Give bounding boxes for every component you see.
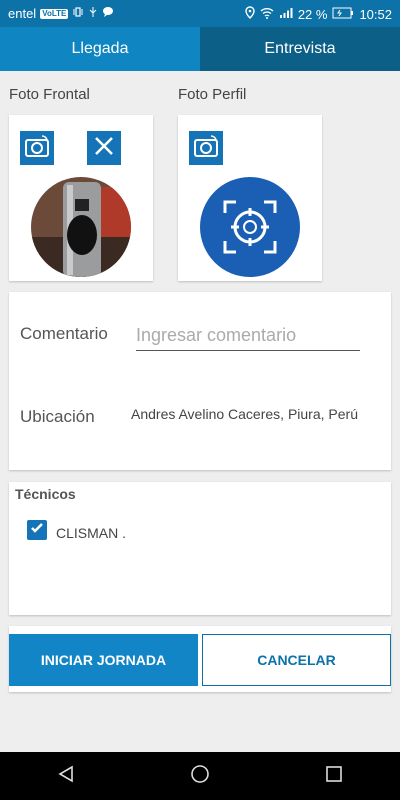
- start-shift-button[interactable]: INICIAR JORNADA: [9, 634, 198, 686]
- focus-target-icon: [200, 200, 300, 277]
- cancel-button[interactable]: CANCELAR: [202, 634, 391, 686]
- front-photo-card: [9, 115, 153, 281]
- profile-photo-label: Foto Perfil: [178, 86, 247, 103]
- comment-input[interactable]: Ingresar comentario: [136, 325, 296, 346]
- checkmark-icon: [29, 520, 45, 541]
- camera-button-front[interactable]: [20, 131, 54, 165]
- camera-button-profile[interactable]: [189, 131, 223, 165]
- delete-photo-button[interactable]: [87, 131, 121, 165]
- recents-icon[interactable]: [325, 765, 343, 788]
- location-label: Ubicación: [20, 407, 95, 426]
- camera-icon: [193, 134, 219, 163]
- wifi-icon: [260, 7, 274, 22]
- form-card: Comentario Ingresar comentario Ubicación…: [9, 292, 391, 470]
- vibrate-icon: [72, 6, 84, 21]
- status-bar: entel VoLTE 22 % 10:52: [0, 0, 400, 27]
- system-nav-bar: [0, 752, 400, 800]
- usb-icon: [88, 6, 98, 21]
- technician-checkbox[interactable]: [27, 520, 47, 540]
- profile-photo-placeholder[interactable]: [200, 177, 300, 277]
- volte-badge: VoLTE: [40, 8, 69, 19]
- technicians-title: Técnicos: [15, 486, 76, 502]
- home-icon[interactable]: [190, 764, 210, 789]
- technician-name: CLISMAN .: [56, 525, 127, 541]
- front-photo-label: Foto Frontal: [9, 86, 90, 103]
- battery-icon: [332, 7, 354, 22]
- camera-icon: [24, 134, 50, 163]
- battery-percent: 22 %: [297, 6, 328, 22]
- technicians-card: Técnicos CLISMAN .: [9, 482, 391, 615]
- comment-label: Comentario: [20, 324, 108, 343]
- location-value: Andres Avelino Caceres, Piura, Perú: [131, 406, 358, 422]
- front-photo-thumbnail[interactable]: [31, 177, 131, 277]
- location-icon: [245, 6, 255, 22]
- back-icon[interactable]: [57, 765, 75, 788]
- chat-icon: [102, 6, 114, 21]
- clock: 10:52: [359, 6, 392, 22]
- close-icon: [93, 135, 115, 162]
- comment-underline: [136, 350, 360, 351]
- carrier-label: entel: [8, 6, 37, 21]
- tab-bar: Llegada Entrevista: [0, 27, 400, 71]
- tab-entrevista[interactable]: Entrevista: [200, 27, 400, 71]
- tab-llegada[interactable]: Llegada: [0, 27, 200, 71]
- profile-photo-card: [178, 115, 322, 281]
- signal-icon: [279, 7, 293, 22]
